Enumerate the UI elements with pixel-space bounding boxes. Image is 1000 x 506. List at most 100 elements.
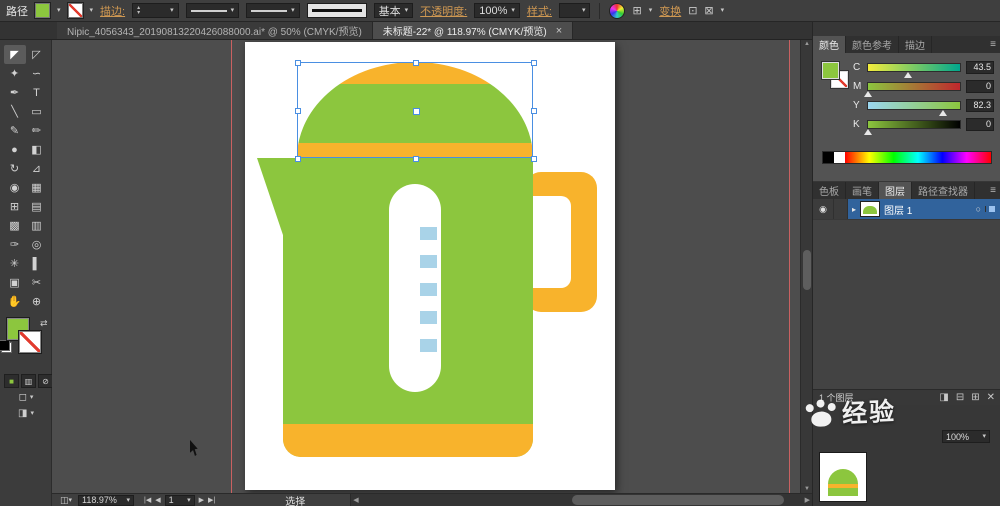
blend-tool[interactable]: ◎ (26, 235, 48, 254)
slice-tool[interactable]: ✂ (26, 273, 48, 292)
zoom-level-input[interactable]: 118.97% ▾ (78, 495, 134, 506)
selection-handle[interactable] (531, 108, 537, 114)
color-mode-button[interactable]: ■ (4, 374, 19, 388)
mesh-tool[interactable]: ▩ (4, 216, 26, 235)
slider-handle[interactable] (904, 72, 912, 78)
width-profile-combo[interactable]: ▾ (186, 3, 240, 18)
stepper-icon[interactable]: ▴▾ (137, 6, 140, 16)
disclosure-icon[interactable]: ▸ (852, 205, 856, 214)
opacity-panel-link[interactable]: 不透明度: (420, 3, 467, 19)
vertical-scrollbar-thumb[interactable] (803, 250, 811, 290)
gauge-stripe[interactable] (420, 339, 437, 352)
delete-layer-icon[interactable]: ✕ (987, 392, 995, 403)
transform-panel-link[interactable]: 变换 (659, 3, 681, 19)
panel-menu-icon[interactable]: ≡ (985, 182, 1000, 199)
selection-handle[interactable] (295, 156, 301, 162)
default-colors-icon[interactable] (1, 342, 12, 353)
slider-track[interactable] (867, 120, 961, 129)
kettle-base-shape[interactable] (283, 424, 533, 457)
shape-builder-tool[interactable]: ⊞ (4, 197, 26, 216)
selection-indicator[interactable] (985, 206, 997, 212)
document-tab[interactable]: Nipic_4056343_20190813220426088000.ai* @… (57, 22, 373, 39)
stroke-style-preview[interactable] (307, 3, 367, 18)
screen-mode-button[interactable]: ◨▾ (0, 408, 52, 419)
kettle-gauge-window[interactable] (389, 184, 441, 392)
arrange-icon[interactable]: ⊠ (704, 4, 713, 17)
chevron-down-icon[interactable]: ▾ (127, 497, 131, 504)
selection-tool[interactable]: ◤ (4, 45, 26, 64)
hand-tool[interactable]: ✋ (4, 292, 26, 311)
chevron-down-icon[interactable]: ▾ (69, 497, 73, 504)
rotate-tool[interactable]: ↻ (4, 159, 26, 178)
visibility-eye-icon[interactable]: ◉ (813, 199, 834, 219)
panel-tab-路径查找器[interactable]: 路径查找器 (912, 182, 975, 199)
eyedropper-tool[interactable]: ✑ (4, 235, 26, 254)
slider-value-input[interactable]: 0 (966, 80, 994, 93)
panel-tab-画笔[interactable]: 画笔 (846, 182, 879, 199)
panel-tab-色板[interactable]: 色板 (813, 182, 846, 199)
recolor-artwork-icon[interactable] (609, 3, 625, 19)
type-tool[interactable]: T (26, 83, 48, 102)
width-tool[interactable]: ◉ (4, 178, 26, 197)
canvas-nav-icon[interactable]: ◫ (60, 495, 69, 506)
white-swatch[interactable] (834, 152, 845, 163)
artboard-tool[interactable]: ▣ (4, 273, 26, 292)
artboard[interactable] (245, 42, 615, 490)
slider-track[interactable] (867, 63, 961, 72)
chevron-down-icon[interactable]: ▾ (582, 7, 586, 14)
brush-definition-combo[interactable]: ▾ (246, 3, 300, 18)
direct-selection-tool[interactable]: ◸ (26, 45, 48, 64)
rainbow-spectrum[interactable] (845, 152, 991, 163)
kettle-spout-shape[interactable] (257, 158, 284, 238)
free-transform-tool[interactable]: ▦ (26, 178, 48, 197)
slider-handle[interactable] (939, 110, 947, 116)
chevron-down-icon[interactable]: ▾ (982, 433, 986, 440)
selection-center-point[interactable] (413, 108, 420, 115)
slider-value-input[interactable]: 0 (966, 118, 994, 131)
gauge-stripe[interactable] (420, 311, 437, 324)
layer-row[interactable]: ◉▸图层 1○ (813, 199, 1000, 220)
selection-handle[interactable] (531, 60, 537, 66)
stroke-color-proxy[interactable] (19, 331, 41, 353)
chevron-down-icon[interactable]: ▾ (291, 7, 295, 14)
layer-row-main[interactable]: ▸图层 1○ (848, 199, 1000, 219)
create-sublayer-icon[interactable]: ⊟ (956, 392, 964, 403)
canvas[interactable] (52, 40, 800, 493)
close-tab-icon[interactable]: × (556, 25, 562, 37)
guide-line[interactable] (231, 40, 232, 493)
chevron-down-icon[interactable]: ▾ (721, 7, 725, 14)
symbol-sprayer-tool[interactable]: ✳ (4, 254, 26, 273)
gauge-stripe[interactable] (420, 255, 437, 268)
selection-handle[interactable] (413, 156, 419, 162)
selection-handle[interactable] (413, 60, 419, 66)
selection-handle[interactable] (531, 156, 537, 162)
gauge-stripe[interactable] (420, 283, 437, 296)
make-clipping-mask-icon[interactable]: ◨ (939, 392, 948, 403)
rectangle-tool[interactable]: ▭ (26, 102, 48, 121)
chevron-down-icon[interactable]: ▾ (170, 7, 174, 14)
new-layer-icon[interactable]: ⊞ (971, 392, 979, 403)
zoom-tool[interactable]: ⊕ (26, 292, 48, 311)
chevron-down-icon[interactable]: ▾ (90, 7, 94, 14)
blob-brush-tool[interactable]: ● (4, 140, 26, 159)
gradient-tool[interactable]: ▥ (26, 216, 48, 235)
last-artboard-icon[interactable]: ▶| (208, 496, 215, 504)
stroke-style-combo[interactable]: 基本▾ (374, 3, 414, 18)
scroll-right-icon[interactable]: ▶ (805, 496, 810, 504)
stroke-weight-combo[interactable]: ▴▾ ▾ (132, 3, 179, 18)
lock-cell[interactable] (834, 199, 848, 219)
panel-tab-颜色[interactable]: 颜色 (813, 36, 846, 53)
slider-track[interactable] (867, 101, 961, 110)
style-combo[interactable]: ▾ (559, 3, 591, 18)
slider-handle[interactable] (864, 129, 872, 135)
chevron-down-icon[interactable]: ▾ (57, 7, 61, 14)
selection-handle[interactable] (295, 108, 301, 114)
style-panel-link[interactable]: 样式: (527, 3, 552, 19)
pen-tool[interactable]: ✒ (4, 83, 26, 102)
layer-name[interactable]: 图层 1 (884, 202, 912, 217)
slider-track[interactable] (867, 82, 961, 91)
panel-menu-icon[interactable]: ≡ (985, 36, 1000, 53)
column-graph-tool[interactable]: ▌ (26, 254, 48, 273)
chevron-down-icon[interactable]: ▾ (649, 7, 653, 14)
swap-colors-icon[interactable]: ⇄ (40, 318, 48, 329)
